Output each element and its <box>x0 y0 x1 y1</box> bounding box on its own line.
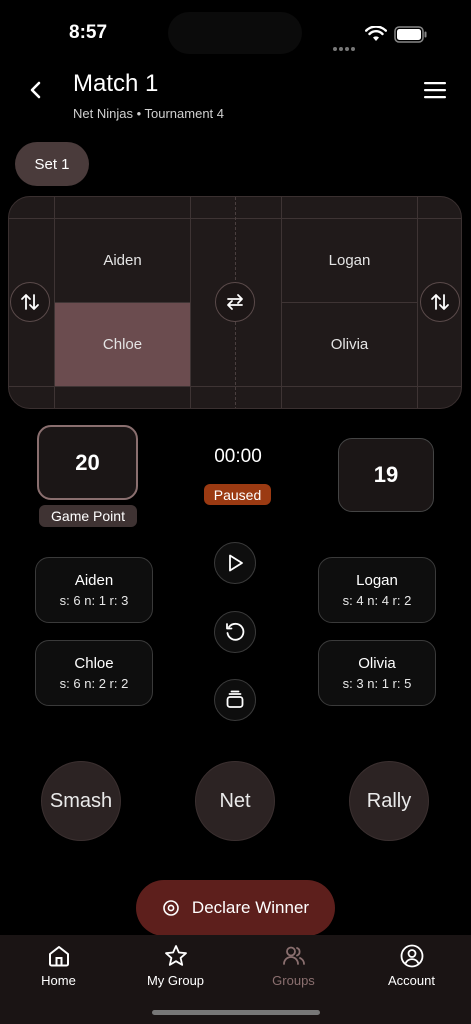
tab-label: Home <box>41 973 76 988</box>
court-player-olivia[interactable]: Olivia <box>282 303 417 386</box>
signal-dots-icon <box>333 38 357 51</box>
swap-vertical-icon <box>21 294 39 310</box>
back-chevron-icon[interactable] <box>22 76 50 104</box>
page-title: Match 1 <box>73 70 159 97</box>
game-point-badge: Game Point <box>39 505 137 527</box>
player-name: Logan <box>356 572 398 589</box>
player-name: Chloe <box>74 655 114 672</box>
smash-button[interactable]: Smash <box>41 761 121 841</box>
player-card-aiden[interactable]: Aiden s: 6 n: 1 r: 3 <box>35 557 153 623</box>
swap-sides-button[interactable] <box>215 282 255 322</box>
player-card-chloe[interactable]: Chloe s: 6 n: 2 r: 2 <box>35 640 153 706</box>
player-card-olivia[interactable]: Olivia s: 3 n: 1 r: 5 <box>318 640 436 706</box>
account-icon <box>400 944 423 968</box>
undo-rotate-icon <box>226 622 245 641</box>
tab-label: Account <box>388 973 435 988</box>
undo-button[interactable] <box>214 611 256 653</box>
target-icon <box>163 900 179 916</box>
page-subtitle: Net Ninjas • Tournament 4 <box>73 106 224 121</box>
tab-account[interactable]: Account <box>353 943 470 988</box>
tab-my-group[interactable]: My Group <box>117 943 234 988</box>
swap-right-button[interactable] <box>420 282 460 322</box>
player-name: Olivia <box>358 655 396 672</box>
declare-winner-label: Declare Winner <box>191 898 310 917</box>
court-line <box>190 197 191 408</box>
play-icon <box>229 554 243 572</box>
player-stats: s: 6 n: 1 r: 3 <box>59 593 129 608</box>
swap-horizontal-icon <box>227 294 243 310</box>
court-player-logan[interactable]: Logan <box>282 219 417 302</box>
tab-label: Groups <box>272 973 315 988</box>
match-timer: 00:00 <box>214 446 262 467</box>
people-icon <box>282 946 305 965</box>
swap-vertical-icon <box>431 294 449 310</box>
court-line <box>417 197 418 408</box>
player-stats: s: 3 n: 1 r: 5 <box>342 676 412 691</box>
player-stats: s: 4 n: 4 r: 2 <box>342 593 412 608</box>
court-player-chloe[interactable]: Chloe <box>55 303 190 386</box>
paused-badge: Paused <box>204 484 271 505</box>
battery-icon <box>394 26 427 43</box>
hamburger-menu-icon[interactable] <box>420 76 450 104</box>
player-stats: s: 6 n: 2 r: 2 <box>59 676 129 691</box>
home-indicator <box>152 1010 320 1015</box>
right-team-score[interactable]: 19 <box>338 438 434 512</box>
dynamic-island <box>168 12 302 54</box>
history-button[interactable] <box>214 679 256 721</box>
rally-button[interactable]: Rally <box>349 761 429 841</box>
stack-icon <box>226 690 244 708</box>
play-button[interactable] <box>214 542 256 584</box>
left-team-score[interactable]: 20 <box>37 425 138 500</box>
tab-label: My Group <box>146 973 205 988</box>
swap-left-button[interactable] <box>10 282 50 322</box>
wifi-icon <box>365 26 387 41</box>
court-player-aiden[interactable]: Aiden <box>55 219 190 302</box>
star-icon <box>164 945 187 966</box>
home-icon <box>48 946 69 967</box>
set-selector-chip[interactable]: Set 1 <box>15 142 89 186</box>
declare-winner-button[interactable]: Declare Winner <box>136 880 335 936</box>
tab-groups[interactable]: Groups <box>235 943 352 988</box>
status-time: 8:57 <box>69 22 108 43</box>
net-button[interactable]: Net <box>195 761 275 841</box>
tab-home[interactable]: Home <box>0 943 117 988</box>
player-card-logan[interactable]: Logan s: 4 n: 4 r: 2 <box>318 557 436 623</box>
player-name: Aiden <box>74 572 114 589</box>
